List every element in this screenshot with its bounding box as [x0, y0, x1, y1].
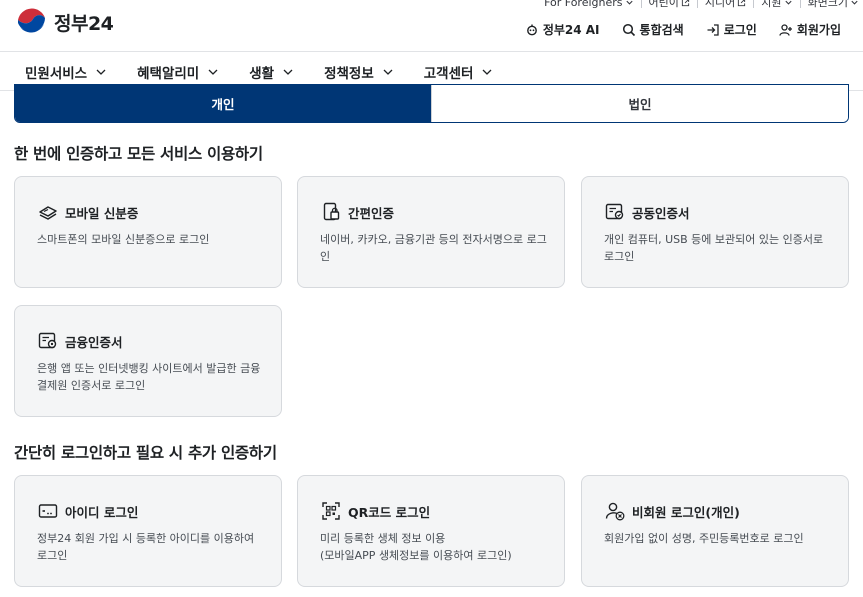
- nav-item-civil-service[interactable]: 민원서비스: [25, 62, 107, 82]
- mobile-id-icon: [37, 201, 59, 223]
- tab-corporate[interactable]: 법인: [431, 85, 848, 122]
- nav-item-benefits[interactable]: 혜택알리미: [137, 62, 219, 82]
- ai-button[interactable]: 정부24 AI: [525, 21, 600, 38]
- id-login-icon: [37, 500, 59, 522]
- chevron-down-icon: [383, 69, 393, 75]
- card-joint-certificate[interactable]: 공동인증서 개인 컴퓨터, USB 등에 보관되어 있는 인증서로 로그인: [581, 176, 849, 288]
- external-link-icon: [738, 0, 746, 6]
- util-kids[interactable]: 어린이: [642, 0, 698, 9]
- site-header: 정부24 For Foreigners 어린이 시니어 지원 화면크기 정부24…: [0, 0, 863, 52]
- nav-item-policy[interactable]: 정책정보: [324, 62, 394, 82]
- card-title: QR코드 로그인: [348, 504, 431, 520]
- government-emblem-icon: [16, 6, 48, 38]
- chevron-down-icon: [208, 69, 218, 75]
- signup-label: 회원가입: [796, 23, 841, 37]
- card-description: 스마트폰의 모바일 신분증으로 로그인: [37, 233, 210, 246]
- card-simple-auth[interactable]: 간편인증 네이버, 카카오, 금융기관 등의 전자서명으로 로그인: [297, 176, 565, 288]
- non-member-icon: [604, 500, 626, 522]
- card-qr-login[interactable]: QR코드 로그인 미리 등록한 생체 정보 이용 (모바일APP 생체정보를 이…: [297, 475, 565, 587]
- card-description-line: (모바일APP 생체정보를 이용하여 로그인): [320, 549, 512, 562]
- header-actions: 정부24 AI 통합검색 로그인 회원가입: [525, 21, 841, 38]
- search-label: 통합검색: [639, 23, 684, 37]
- chevron-down-icon: [482, 69, 492, 75]
- card-title: 간편인증: [348, 205, 395, 221]
- util-support[interactable]: 지원: [754, 0, 801, 9]
- card-title: 모바일 신분증: [65, 205, 139, 221]
- chevron-down-icon: [96, 69, 106, 75]
- user-plus-icon: [779, 23, 792, 36]
- card-head: 아이디 로그인: [37, 500, 138, 522]
- nav-item-life[interactable]: 생활: [249, 62, 294, 82]
- util-label: 화면크기: [807, 0, 848, 9]
- card-head: QR코드 로그인: [320, 500, 430, 522]
- util-foreigners[interactable]: For Foreigners: [537, 0, 642, 9]
- card-title: 아이디 로그인: [65, 504, 139, 520]
- card-description: 정부24 회원 가입 시 등록한 아이디를 이용하여 로그인: [37, 532, 255, 562]
- card-title: 금융인증서: [65, 334, 123, 350]
- logo[interactable]: 정부24: [14, 4, 114, 40]
- login-button[interactable]: 로그인: [706, 21, 757, 38]
- joint-certificate-icon: [604, 201, 626, 223]
- card-head: 금융인증서: [37, 330, 123, 352]
- nav-label: 고객센터: [423, 65, 474, 82]
- chevron-down-icon: [784, 0, 792, 5]
- card-id-login[interactable]: 아이디 로그인 정부24 회원 가입 시 등록한 아이디를 이용하여 로그인: [14, 475, 282, 587]
- nav-label: 정책정보: [324, 65, 374, 82]
- section-title-certification: 한 번에 인증하고 모든 서비스 이용하기: [14, 145, 263, 163]
- util-label: 지원: [761, 0, 782, 9]
- card-mobile-id[interactable]: 모바일 신분증 스마트폰의 모바일 신분증으로 로그인: [14, 176, 282, 288]
- chevron-down-icon: [283, 69, 293, 75]
- util-label: For Foreigners: [544, 0, 623, 9]
- login-icon: [707, 23, 719, 36]
- search-button[interactable]: 통합검색: [622, 21, 684, 38]
- card-description: 은행 앱 또는 인터넷뱅킹 사이트에서 발급한 금융결제원 인증서로 로그인: [37, 362, 261, 392]
- utility-menu: For Foreigners 어린이 시니어 지원 화면크기: [537, 0, 859, 9]
- logo-text: 정부24: [54, 12, 114, 35]
- util-label: 시니어: [704, 0, 736, 9]
- simple-auth-icon: [320, 201, 342, 223]
- card-description: 네이버, 카카오, 금융기관 등의 전자서명으로 로그인: [320, 233, 547, 263]
- section-title-simple-login: 간단히 로그인하고 필요 시 추가 인증하기: [14, 444, 277, 462]
- signup-button[interactable]: 회원가입: [779, 21, 841, 38]
- card-description: 회원가입 없이 성명, 주민등록번호로 로그인: [604, 532, 804, 545]
- chevron-down-icon: [625, 0, 633, 5]
- external-link-icon: [681, 0, 689, 6]
- nav-item-customer-center[interactable]: 고객센터: [424, 62, 494, 82]
- login-label: 로그인: [723, 23, 757, 37]
- util-senior[interactable]: 시니어: [698, 0, 755, 9]
- card-non-member-login[interactable]: 비회원 로그인(개인) 회원가입 없이 성명, 주민등록번호로 로그인: [581, 475, 849, 587]
- qr-code-icon: [320, 500, 342, 522]
- card-title: 비회원 로그인(개인): [632, 504, 740, 520]
- card-financial-certificate[interactable]: 금융인증서 은행 앱 또는 인터넷뱅킹 사이트에서 발급한 금융결제원 인증서로…: [14, 305, 282, 417]
- login-type-tabs: 개인 법인: [14, 84, 849, 123]
- card-head: 비회원 로그인(개인): [604, 500, 740, 522]
- util-label: 어린이: [648, 0, 679, 9]
- nav-label: 생활: [249, 65, 275, 82]
- card-head: 간편인증: [320, 201, 394, 223]
- financial-certificate-icon: [37, 330, 59, 352]
- card-description-line: 미리 등록한 생체 정보 이용: [320, 532, 446, 545]
- nav-label: 혜택알리미: [137, 65, 200, 82]
- util-screen-size[interactable]: 화면크기: [801, 0, 859, 9]
- card-title: 공동인증서: [632, 205, 690, 221]
- chevron-down-icon: [851, 0, 858, 5]
- card-head: 공동인증서: [604, 201, 690, 223]
- ai-label: 정부24 AI: [542, 23, 600, 37]
- card-description: 미리 등록한 생체 정보 이용 (모바일APP 생체정보를 이용하여 로그인): [320, 530, 550, 564]
- search-icon: [622, 23, 635, 36]
- ai-icon: [526, 24, 537, 35]
- tab-individual[interactable]: 개인: [15, 85, 431, 122]
- nav-label: 민원서비스: [25, 65, 88, 82]
- card-description: 개인 컴퓨터, USB 등에 보관되어 있는 인증서로 로그인: [604, 233, 824, 263]
- card-head: 모바일 신분증: [37, 201, 138, 223]
